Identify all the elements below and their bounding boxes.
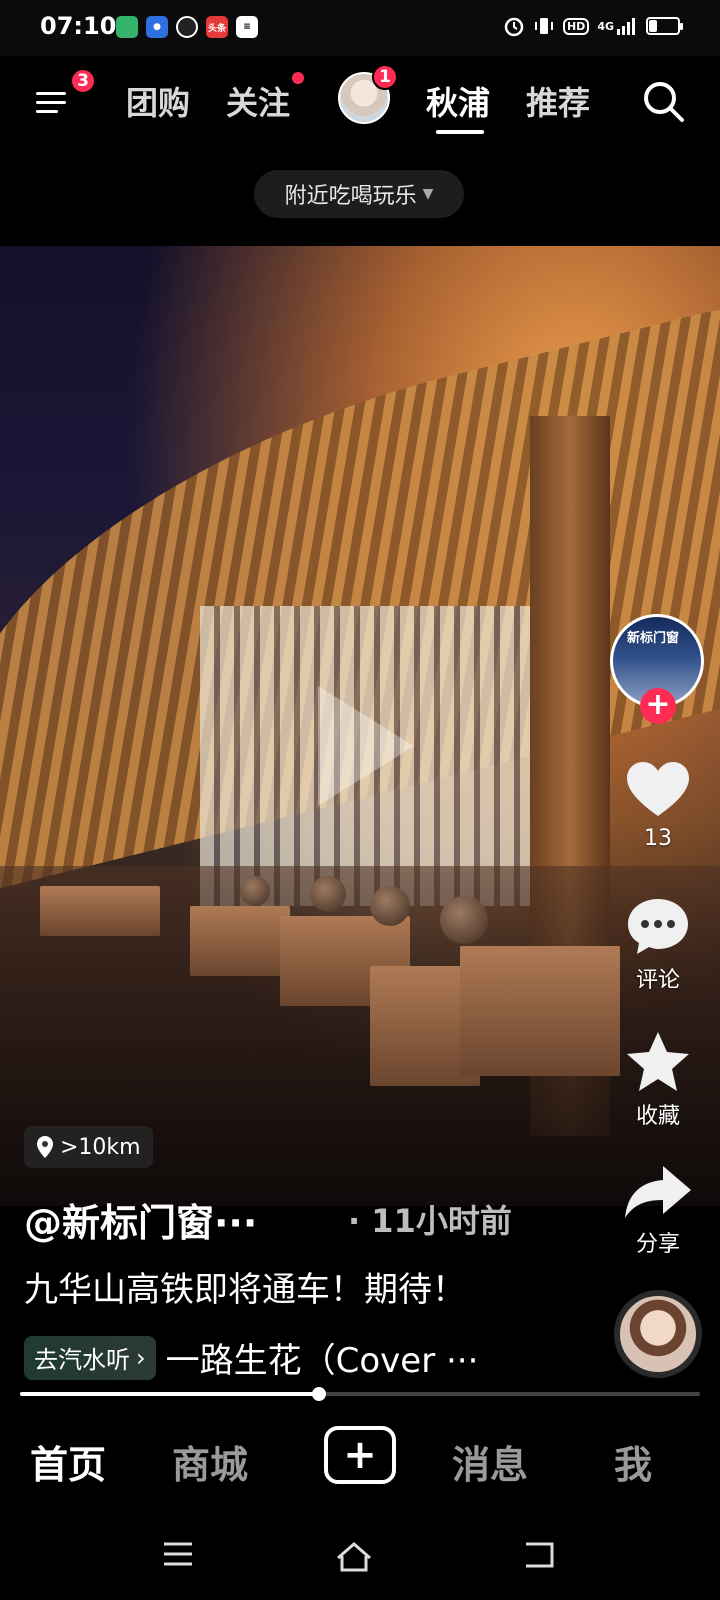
recent-apps-icon[interactable] xyxy=(162,1540,194,1572)
tab-tuangou[interactable]: 团购 xyxy=(126,78,190,124)
vibrate-icon xyxy=(533,14,555,38)
status-time: 07:10 xyxy=(40,12,117,40)
nearby-filter-chip[interactable]: 附近吃喝玩乐 ▼ xyxy=(254,170,464,218)
toutiao-icon: 头条 xyxy=(206,16,228,38)
location-pin-icon xyxy=(37,1136,53,1158)
author-name[interactable]: @新标门窗··· xyxy=(24,1192,257,1247)
menu-badge: 3 xyxy=(70,68,96,94)
music-disc-avatar[interactable] xyxy=(614,1290,702,1378)
comment-label: 评论 xyxy=(635,968,680,993)
bottom-tab-bar: 首页 商城 + 消息 我 xyxy=(0,1404,720,1514)
share-button[interactable]: 分享 xyxy=(610,1164,706,1258)
share-label: 分享 xyxy=(635,1232,680,1257)
heart-icon xyxy=(627,762,689,816)
like-count: 13 xyxy=(644,826,672,851)
post-time: · 11小时前 xyxy=(348,1202,512,1240)
back-icon[interactable] xyxy=(522,1540,556,1574)
message-app-icon: ≡ xyxy=(236,16,258,38)
video-scene-ball xyxy=(370,886,410,926)
music-row: 去汽水听 › 一路生花（Cover ··· xyxy=(24,1333,478,1382)
video-scene-ball xyxy=(310,876,346,912)
follow-plus-button[interactable]: + xyxy=(640,688,676,724)
system-navigation-bar xyxy=(0,1514,720,1600)
status-bar: 07:10 ● 头条 ≡ HD 4G xyxy=(0,0,720,56)
green-app-icon xyxy=(116,16,138,38)
qishui-music-button[interactable]: 去汽水听 › xyxy=(24,1335,156,1380)
home-icon[interactable] xyxy=(334,1540,374,1576)
create-plus-icon[interactable]: + xyxy=(324,1426,396,1484)
star-icon xyxy=(627,1032,689,1091)
tab-messages[interactable]: 消息 xyxy=(452,1434,528,1489)
comment-icon xyxy=(628,899,688,954)
nearby-filter-label: 附近吃喝玩乐 xyxy=(284,184,417,209)
tab-qiupu[interactable]: 秋浦 xyxy=(426,78,490,124)
tab-recommend[interactable]: 推荐 xyxy=(526,78,590,124)
qishui-label: 去汽水听 xyxy=(34,1346,130,1374)
comment-button[interactable]: 评论 xyxy=(610,896,706,994)
tab-mall[interactable]: 商城 xyxy=(172,1434,248,1489)
location-distance: >10km xyxy=(60,1134,141,1160)
chevron-right-icon: › xyxy=(136,1343,146,1372)
signal-icon: 4G xyxy=(597,14,638,38)
music-title[interactable]: 一路生花（Cover ··· xyxy=(166,1333,479,1382)
caret-down-icon: ▼ xyxy=(422,186,434,202)
video-scene-ball xyxy=(240,876,270,906)
video-description[interactable]: 九华山高铁即将通车！期待！ xyxy=(24,1262,466,1311)
video-progress-bar[interactable] xyxy=(20,1387,700,1401)
baidu-icon: ● xyxy=(146,16,168,38)
play-icon[interactable] xyxy=(318,686,414,806)
location-chip[interactable]: >10km xyxy=(24,1126,153,1168)
favorite-label: 收藏 xyxy=(635,1104,680,1129)
top-navigation: 3 团购 关注 1 秋浦 推荐 xyxy=(0,56,720,146)
tab-following[interactable]: 关注 xyxy=(226,78,290,124)
progress-fill xyxy=(20,1392,320,1396)
menu-button[interactable]: 3 xyxy=(32,68,96,122)
following-unread-dot xyxy=(292,72,304,84)
battery-icon xyxy=(646,17,683,35)
avatar-badge: 1 xyxy=(372,64,398,90)
video-scene-bench xyxy=(40,886,160,936)
active-tab-underline xyxy=(436,130,484,134)
share-icon xyxy=(625,1166,691,1218)
video-scene-ball xyxy=(440,896,488,944)
tab-home[interactable]: 首页 xyxy=(30,1434,106,1489)
alarm-icon xyxy=(503,14,525,38)
video-scene-bench xyxy=(460,946,620,1076)
video-scene-bench xyxy=(190,906,290,976)
hd-icon: HD xyxy=(562,14,590,38)
search-icon[interactable] xyxy=(642,80,686,124)
notification-icons: ● 头条 ≡ xyxy=(116,16,258,38)
clock-app-icon xyxy=(176,16,198,38)
favorite-button[interactable]: 收藏 xyxy=(610,1030,706,1130)
system-icons: HD 4G xyxy=(503,14,683,38)
progress-knob[interactable] xyxy=(312,1387,327,1401)
like-button[interactable]: 13 xyxy=(610,760,706,851)
tab-me[interactable]: 我 xyxy=(614,1434,652,1489)
